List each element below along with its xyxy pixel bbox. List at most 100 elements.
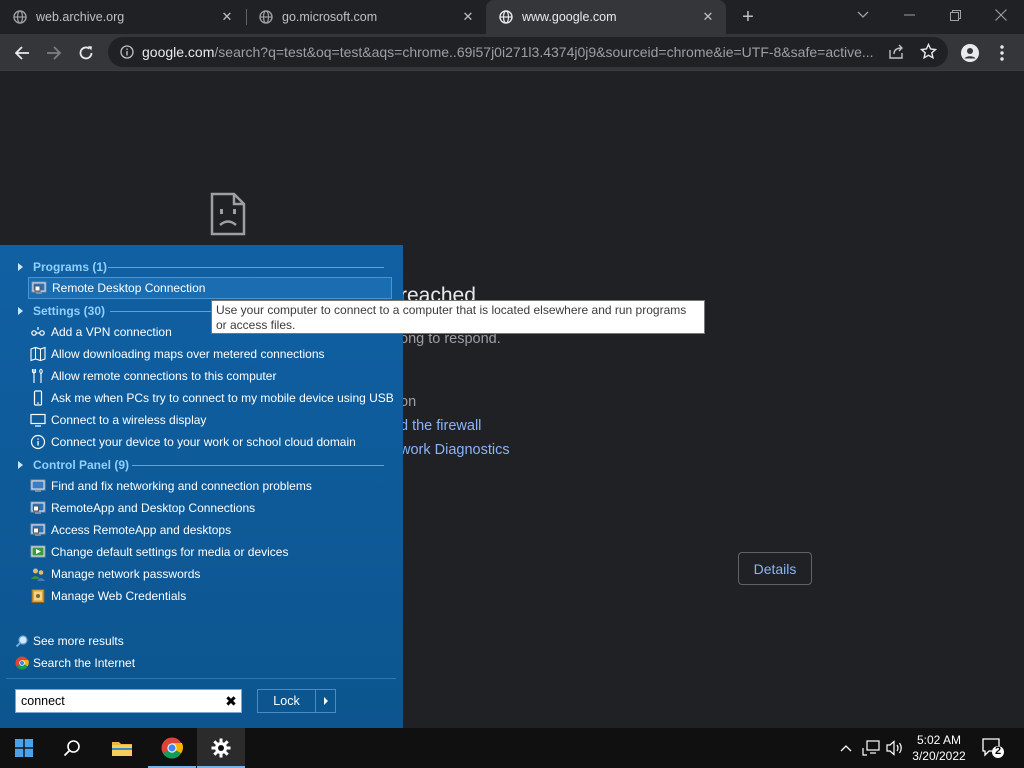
see-more-label: See more results: [33, 634, 124, 648]
close-icon[interactable]: ✕: [700, 9, 716, 25]
clock-time: 5:02 AM: [916, 733, 962, 747]
new-tab-button[interactable]: +: [736, 5, 760, 29]
programs-header-label: Programs (1): [33, 260, 108, 274]
address-bar[interactable]: google.com/search?q=test&oq=test&aqs=chr…: [108, 37, 948, 67]
volume-icon[interactable]: [884, 728, 906, 768]
close-icon[interactable]: ✕: [460, 9, 476, 25]
power-options-arrow-icon[interactable]: [316, 697, 335, 705]
header-rule: [132, 465, 384, 466]
tab-title: web.archive.org: [36, 10, 125, 24]
chrome-icon: [14, 655, 30, 671]
result-label: Allow downloading maps over metered conn…: [51, 347, 325, 361]
network-icon[interactable]: [860, 728, 882, 768]
url-text: google.com/search?q=test&oq=test&aqs=chr…: [142, 44, 882, 60]
tab-search-icon[interactable]: [840, 0, 886, 30]
expand-triangle-icon: [18, 461, 23, 469]
info-icon[interactable]: [112, 45, 142, 59]
reload-button[interactable]: [72, 39, 100, 67]
close-icon[interactable]: ✕: [219, 9, 235, 25]
result-label: Manage network passwords: [51, 567, 201, 581]
firewall-link[interactable]: d the firewall: [400, 418, 481, 434]
forward-button[interactable]: [40, 39, 68, 67]
clear-search-icon[interactable]: ✖: [221, 693, 241, 710]
tab-title: go.microsoft.com: [282, 10, 378, 24]
start-search-input[interactable]: connect ✖: [15, 689, 242, 713]
result-manage-web-credentials[interactable]: Manage Web Credentials: [28, 585, 392, 607]
result-allow-remote-connections[interactable]: Allow remote connections to this compute…: [28, 365, 392, 387]
notification-count: 2: [994, 745, 1002, 757]
browser-toolbar: google.com/search?q=test&oq=test&aqs=chr…: [0, 34, 1024, 71]
minimize-button[interactable]: [886, 0, 932, 30]
search-internet-link[interactable]: Search the Internet: [14, 653, 135, 673]
windows-start-button[interactable]: [0, 728, 48, 768]
tab-title: www.google.com: [522, 10, 617, 24]
notification-center-icon[interactable]: 2: [982, 737, 1004, 759]
result-connect-wireless-display[interactable]: Connect to a wireless display: [28, 409, 392, 431]
search-icon: [14, 633, 30, 649]
close-window-button[interactable]: [978, 0, 1024, 30]
search-taskbar-icon[interactable]: [48, 728, 96, 768]
lock-label: Lock: [258, 690, 316, 712]
map-icon: [30, 346, 46, 362]
remoteapp-access-icon: [30, 522, 46, 538]
network-diagnostics-link[interactable]: work Diagnostics: [400, 442, 510, 458]
back-button[interactable]: [8, 39, 36, 67]
remote-desktop-icon: [31, 280, 47, 296]
expand-triangle-icon: [18, 307, 23, 315]
result-allow-downloading-maps[interactable]: Allow downloading maps over metered conn…: [28, 343, 392, 365]
remote-tools-icon: [30, 368, 46, 384]
settings-taskbar-icon[interactable]: [197, 728, 245, 768]
url-path: /search?q=test&oq=test&aqs=chrome..69i57…: [214, 44, 874, 60]
lock-button[interactable]: Lock: [257, 689, 336, 713]
file-explorer-icon[interactable]: [98, 728, 146, 768]
result-label: Connect your device to your work or scho…: [51, 435, 356, 449]
result-label: Change default settings for media or dev…: [51, 545, 289, 559]
result-label: Add a VPN connection: [51, 325, 172, 339]
programs-group-header[interactable]: Programs (1): [16, 257, 386, 277]
globe-icon: [498, 9, 514, 25]
result-change-media-defaults[interactable]: Change default settings for media or dev…: [28, 541, 392, 563]
tab-strip: web.archive.org ✕ go.microsoft.com ✕ www…: [0, 0, 1024, 34]
vpn-icon: [30, 324, 46, 340]
result-label: Access RemoteApp and desktops: [51, 523, 232, 537]
clock-date: 3/20/2022: [912, 749, 966, 763]
credential-icon: [30, 588, 46, 604]
tab-web-archive[interactable]: web.archive.org ✕: [0, 0, 245, 34]
globe-icon: [258, 9, 274, 25]
result-access-remoteapp[interactable]: Access RemoteApp and desktops: [28, 519, 392, 541]
autoplay-icon: [30, 544, 46, 560]
restore-button[interactable]: [932, 0, 978, 30]
result-find-fix-networking[interactable]: Find and fix networking and connection p…: [28, 475, 392, 497]
details-button[interactable]: Details: [738, 552, 812, 585]
clock[interactable]: 5:02 AM 3/20/2022: [906, 732, 972, 764]
tab-go-microsoft[interactable]: go.microsoft.com ✕: [246, 0, 486, 34]
chrome-taskbar-icon[interactable]: [148, 728, 196, 768]
result-connect-work-school[interactable]: Connect your device to your work or scho…: [28, 431, 392, 453]
chevron-up-icon[interactable]: [836, 728, 856, 768]
result-label: Manage Web Credentials: [51, 589, 187, 603]
share-icon[interactable]: [888, 44, 904, 65]
tab-google[interactable]: www.google.com ✕: [486, 0, 726, 34]
see-more-results-link[interactable]: See more results: [14, 631, 124, 651]
phone-icon: [30, 390, 46, 406]
control-panel-group-header[interactable]: Control Panel (9): [16, 455, 386, 475]
users-icon: [30, 566, 46, 582]
menu-kebab-icon[interactable]: [988, 39, 1016, 67]
bookmark-star-icon[interactable]: [919, 42, 938, 65]
profile-icon[interactable]: [956, 39, 984, 67]
result-manage-network-passwords[interactable]: Manage network passwords: [28, 563, 392, 585]
sad-page-icon: [210, 192, 246, 236]
settings-header-label: Settings (30): [33, 304, 106, 318]
url-host: google.com: [142, 44, 215, 60]
result-remoteapp-desktop-connections[interactable]: RemoteApp and Desktop Connections: [28, 497, 392, 519]
result-ask-me-usb[interactable]: Ask me when PCs try to connect to my mob…: [28, 387, 394, 409]
result-label: Ask me when PCs try to connect to my mob…: [51, 391, 394, 405]
display-icon: [30, 412, 46, 428]
search-internet-label: Search the Internet: [33, 656, 136, 670]
result-label: RemoteApp and Desktop Connections: [51, 501, 256, 515]
result-remote-desktop-connection[interactable]: Remote Desktop Connection: [28, 277, 392, 299]
expand-triangle-icon: [18, 263, 23, 271]
search-value: connect: [21, 694, 65, 708]
taskbar: 5:02 AM 3/20/2022 2: [0, 728, 1024, 768]
tooltip: Use your computer to connect to a comput…: [211, 300, 705, 334]
